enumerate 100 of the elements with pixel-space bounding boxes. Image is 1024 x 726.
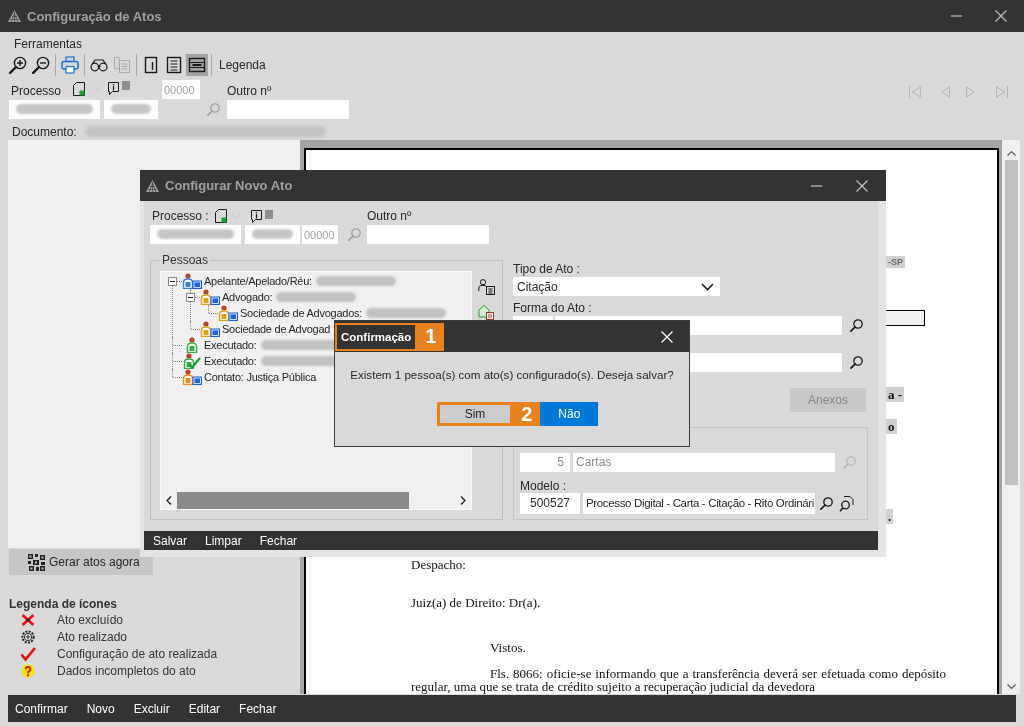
number-field[interactable]: 00000: [302, 225, 338, 244]
legend-label: Ato excluído: [57, 612, 124, 627]
printer-icon[interactable]: [61, 56, 79, 74]
close-icon[interactable]: [995, 10, 1007, 22]
tree-item[interactable]: Executado:: [204, 353, 257, 369]
search-icon[interactable]: [850, 356, 863, 369]
legend-label: Dados incompletos do ato: [57, 663, 196, 678]
collapse-icon[interactable]: [186, 292, 195, 302]
input-field[interactable]: [150, 225, 241, 244]
square-icon: [265, 209, 273, 219]
field-label: Outro nº: [367, 209, 412, 223]
text-fragment: .: [886, 509, 894, 524]
person-list-icon[interactable]: [478, 279, 495, 295]
dropdown[interactable]: Citação: [513, 277, 720, 296]
logo-icon: [8, 10, 21, 22]
vertical-scrollbar[interactable]: [1002, 140, 1020, 694]
callout-badge: 1: [417, 322, 445, 351]
person-icon: [200, 289, 220, 305]
legend-button[interactable]: Legenda: [218, 57, 267, 73]
text-fragment: a -: [886, 387, 905, 402]
binoculars-icon[interactable]: [90, 56, 108, 74]
document-search-icon[interactable]: [839, 495, 855, 512]
footer-button[interactable]: Novo: [86, 700, 115, 717]
footer-button[interactable]: Excluir: [133, 700, 170, 717]
search-icon[interactable]: [850, 319, 863, 332]
callout-badge: 2: [513, 402, 541, 426]
dialog-title: Confirmação: [335, 322, 418, 351]
generate-button[interactable]: Gerar atos agora: [9, 549, 153, 575]
square-icon: [122, 81, 130, 90]
field-label: Tipo de Ato :: [513, 262, 581, 276]
person-icon: [186, 337, 198, 353]
scroll-left-icon[interactable]: [166, 496, 172, 505]
scrollbar-thumb[interactable]: [1004, 160, 1018, 485]
grid-icon: [28, 553, 45, 571]
footer-button[interactable]: Confirmar: [15, 700, 68, 717]
field-label: Forma do Ato :: [513, 301, 593, 315]
footer-button[interactable]: Fechar: [239, 700, 277, 717]
chevron-down-icon: [701, 282, 714, 291]
info-icon[interactable]: [251, 209, 262, 223]
code-field[interactable]: 500527: [520, 493, 580, 514]
section-title: Legenda de ícones: [9, 597, 119, 611]
search-icon[interactable]: [820, 497, 833, 510]
input-field[interactable]: [245, 225, 300, 244]
group-title: Pessoas: [161, 253, 210, 267]
footer-button[interactable]: Salvar: [153, 532, 187, 549]
menu-item[interactable]: Ferramentas: [14, 37, 83, 52]
person-icon: [182, 369, 202, 385]
number-field[interactable]: 00000: [162, 80, 200, 99]
document-text: Juiz(a) de Direito: Dr(a).: [411, 596, 542, 609]
collapse-icon[interactable]: [168, 276, 177, 286]
legend-label: Ato realizado: [57, 629, 128, 644]
window-title: Configurar Novo Ato: [165, 178, 293, 193]
document-icon[interactable]: [73, 81, 85, 96]
footer-button[interactable]: Fechar: [259, 532, 298, 549]
dialog-button[interactable]: Sim: [436, 402, 514, 426]
field-label: Modelo :: [520, 479, 568, 493]
footer-button[interactable]: Editar: [188, 700, 221, 717]
field-label: Processo: [11, 84, 63, 98]
field-label: Outro nº: [227, 84, 272, 98]
gear-icon: [21, 629, 35, 644]
person-icon: [200, 321, 220, 337]
document-icon[interactable]: [215, 209, 227, 223]
tree-item[interactable]: Advogado:: [222, 289, 273, 305]
info-icon[interactable]: [108, 82, 119, 95]
input-field[interactable]: [367, 225, 489, 244]
tree-item[interactable]: Sociedade de Advogados:: [240, 305, 363, 321]
dialog-message: Existem 1 pessoa(s) com ato(s) configurado(s). Deseja salvar?: [349, 367, 675, 383]
input-field[interactable]: [227, 99, 349, 119]
zoom-in-icon[interactable]: [9, 56, 27, 74]
document-text: Fls. 8066: oficie-se informando que a transferência deverá ser efetuada como depósito regular, uma que se trata de crédito sujeito a recuperação judicial da devedora: [411, 667, 946, 693]
logo-icon: [146, 179, 159, 192]
zoom-out-icon[interactable]: [32, 56, 50, 74]
page-lines-icon[interactable]: [165, 56, 183, 74]
minimize-icon[interactable]: [811, 184, 822, 187]
house-document-icon[interactable]: [478, 304, 494, 320]
page-icon[interactable]: [142, 56, 160, 74]
scroll-up-icon[interactable]: [1006, 150, 1016, 156]
close-icon[interactable]: [856, 179, 868, 192]
person-check-icon: [183, 353, 201, 369]
footer-button[interactable]: Limpar: [205, 532, 242, 549]
window-title: Configuração de Atos: [27, 8, 162, 24]
tree-item[interactable]: Contato: Justiça Pública: [204, 369, 316, 385]
scroll-down-icon[interactable]: [1006, 684, 1016, 690]
cross-icon: [21, 613, 35, 626]
input-field[interactable]: Processo Digital - Carta - Citação - Rito Ordinári: [583, 493, 815, 514]
dialog-button[interactable]: Não: [540, 402, 599, 426]
text-fragment: o: [886, 419, 897, 434]
tree-item[interactable]: Apelante/Apelado/Réu:: [204, 273, 312, 289]
check-icon: [20, 646, 36, 661]
person-icon: [218, 305, 238, 321]
field-label: Documento:: [12, 125, 78, 139]
page-fit-icon[interactable]: [186, 54, 208, 76]
tree-item[interactable]: Sociedade de Advogad: [222, 321, 331, 337]
scroll-right-icon[interactable]: [460, 496, 466, 505]
input-field[interactable]: [104, 99, 158, 119]
scrollbar-thumb[interactable]: [177, 492, 409, 509]
document-text: Despacho:: [411, 558, 467, 571]
tree-item[interactable]: Executado:: [204, 337, 257, 353]
input-field[interactable]: [9, 99, 100, 119]
document-text: Vistos.: [489, 641, 527, 654]
